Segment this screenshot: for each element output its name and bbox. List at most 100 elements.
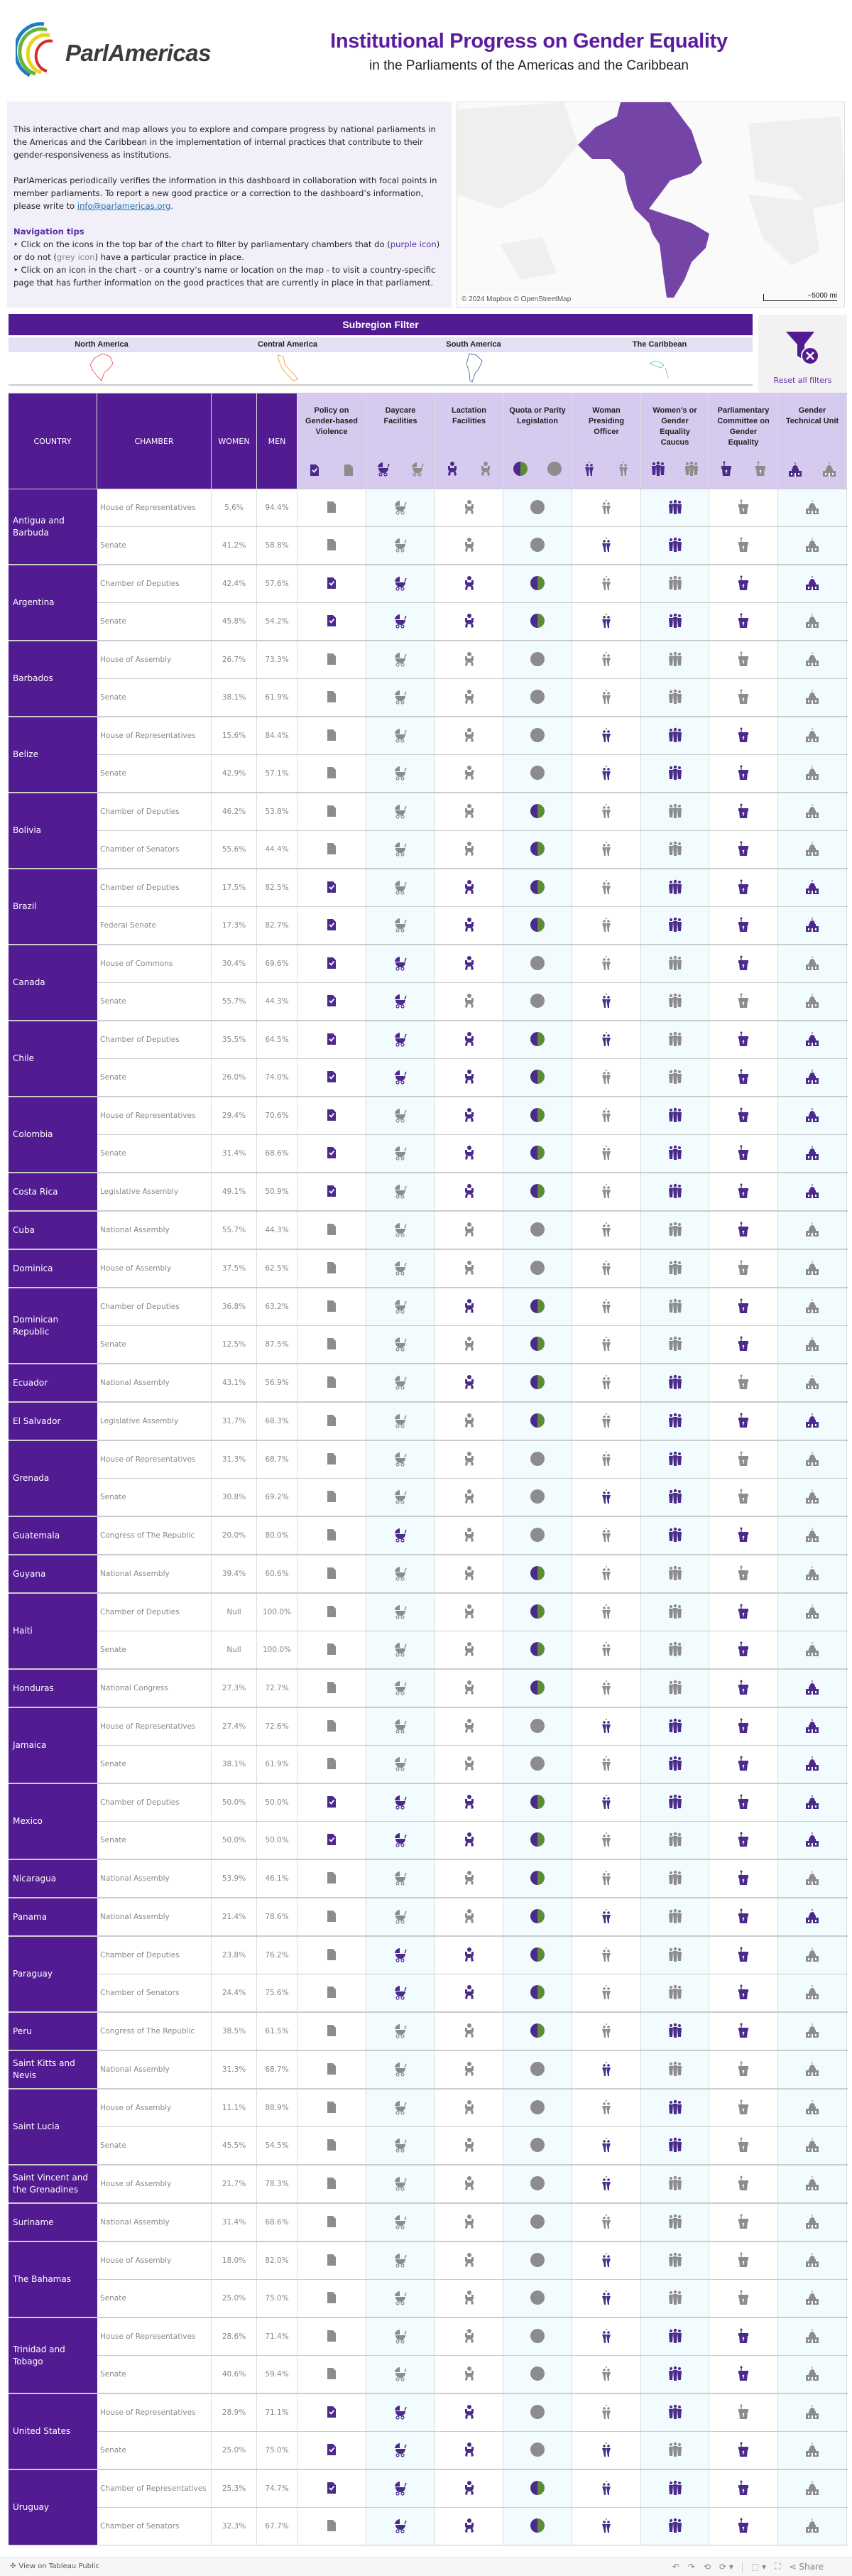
practice-cell-gbv[interactable] [297, 1021, 366, 1058]
practice-cell-daycare[interactable] [366, 641, 435, 678]
practice-cell-quota[interactable] [503, 1631, 572, 1668]
country-name[interactable]: Haiti [9, 1594, 97, 1669]
practice-cell-daycare[interactable] [366, 1479, 435, 1516]
practice-cell-caucus[interactable] [641, 2165, 709, 2202]
practice-cell-quota[interactable] [503, 1173, 572, 1210]
practice-cell-daycare[interactable] [366, 945, 435, 982]
practice-cell-gbv[interactable] [297, 2051, 366, 2088]
practice-cell-quota[interactable] [503, 2165, 572, 2202]
practice-cell-lactation[interactable] [435, 1708, 503, 1745]
practice-cell-quota[interactable] [503, 1364, 572, 1401]
practice-cell-lactation[interactable] [435, 1021, 503, 1058]
practice-cell-lactation[interactable] [435, 2508, 503, 2545]
practice-cell-gbv[interactable] [297, 1708, 366, 1745]
practice-cell-unit[interactable] [778, 1441, 847, 1478]
practice-cell-committee[interactable] [709, 1479, 778, 1516]
parlamericas-logo[interactable]: ParlAmericas [13, 20, 243, 80]
practice-cell-unit[interactable] [778, 1326, 847, 1363]
practice-cell-committee[interactable] [709, 1517, 778, 1554]
practice-cell-caucus[interactable] [641, 1403, 709, 1440]
practice-cell-caucus[interactable] [641, 527, 709, 564]
practice-cell-presiding[interactable] [572, 565, 641, 602]
practice-cell-caucus[interactable] [641, 2356, 709, 2393]
practice-cell-unit[interactable] [778, 2280, 847, 2317]
practice-cell-committee[interactable] [709, 603, 778, 640]
practice-cell-lactation[interactable] [435, 793, 503, 830]
practice-cell-committee[interactable] [709, 565, 778, 602]
practice-cell-committee[interactable] [709, 1746, 778, 1783]
practice-cell-daycare[interactable] [366, 1288, 435, 1325]
practice-cell-gbv[interactable] [297, 1441, 366, 1478]
practice-cell-lactation[interactable] [435, 1326, 503, 1363]
practice-cell-committee[interactable] [709, 679, 778, 716]
country-name[interactable]: Argentina [9, 565, 97, 641]
practice-cell-daycare[interactable] [366, 1212, 435, 1249]
central-america-shape-button[interactable] [195, 352, 381, 384]
practice-cell-daycare[interactable] [366, 1708, 435, 1745]
practice-cell-daycare[interactable] [366, 2318, 435, 2355]
practice-cell-committee[interactable] [709, 1974, 778, 2011]
practice-cell-quota[interactable] [503, 1746, 572, 1783]
practice-cell-quota[interactable] [503, 755, 572, 792]
practice-cell-gbv[interactable] [297, 1555, 366, 1592]
practice-cell-presiding[interactable] [572, 2051, 641, 2088]
practice-cell-daycare[interactable] [366, 2432, 435, 2469]
filter-has-stroller-icon[interactable] [376, 461, 390, 477]
practice-cell-caucus[interactable] [641, 1326, 709, 1363]
practice-cell-quota[interactable] [503, 793, 572, 830]
practice-cell-gbv[interactable] [297, 1479, 366, 1516]
country-name[interactable]: Ecuador [9, 1364, 97, 1402]
filter-has-half-circle-icon[interactable] [513, 461, 528, 477]
practice-cell-gbv[interactable] [297, 907, 366, 944]
practice-cell-unit[interactable] [778, 869, 847, 906]
practice-cell-caucus[interactable] [641, 1173, 709, 1210]
practice-cell-daycare[interactable] [366, 2013, 435, 2050]
practice-cell-quota[interactable] [503, 1974, 572, 2011]
practice-cell-lactation[interactable] [435, 717, 503, 754]
practice-cell-committee[interactable] [709, 641, 778, 678]
caribbean-shape-button[interactable] [567, 352, 753, 384]
practice-cell-caucus[interactable] [641, 603, 709, 640]
practice-cell-presiding[interactable] [572, 1555, 641, 1592]
practice-cell-presiding[interactable] [572, 1822, 641, 1859]
practice-cell-lactation[interactable] [435, 1403, 503, 1440]
practice-cell-presiding[interactable] [572, 1860, 641, 1897]
practice-cell-committee[interactable] [709, 2356, 778, 2393]
practice-cell-unit[interactable] [778, 1517, 847, 1554]
practice-cell-daycare[interactable] [366, 2051, 435, 2088]
practice-cell-committee[interactable] [709, 869, 778, 906]
practice-cell-committee[interactable] [709, 1670, 778, 1707]
filter-lacks-group-icon[interactable] [683, 461, 700, 477]
practice-cell-committee[interactable] [709, 1364, 778, 1401]
practice-cell-gbv[interactable] [297, 1173, 366, 1210]
practice-cell-daycare[interactable] [366, 907, 435, 944]
practice-cell-caucus[interactable] [641, 907, 709, 944]
column-header-men[interactable]: MEN [257, 393, 297, 489]
practice-cell-gbv[interactable] [297, 1670, 366, 1707]
practice-cell-quota[interactable] [503, 2127, 572, 2164]
practice-cell-gbv[interactable] [297, 1212, 366, 1249]
practice-cell-caucus[interactable] [641, 1135, 709, 1172]
practice-cell-lactation[interactable] [435, 1974, 503, 2011]
practice-cell-committee[interactable] [709, 2470, 778, 2507]
practice-cell-unit[interactable] [778, 2051, 847, 2088]
practice-cell-unit[interactable] [778, 1059, 847, 1096]
practice-cell-lactation[interactable] [435, 2127, 503, 2164]
practice-cell-lactation[interactable] [435, 2051, 503, 2088]
practice-cell-committee[interactable] [709, 2432, 778, 2469]
practice-cell-caucus[interactable] [641, 1441, 709, 1478]
practice-cell-unit[interactable] [778, 2432, 847, 2469]
practice-cell-quota[interactable] [503, 2508, 572, 2545]
practice-cell-caucus[interactable] [641, 2204, 709, 2241]
practice-cell-lactation[interactable] [435, 945, 503, 982]
practice-cell-unit[interactable] [778, 831, 847, 868]
practice-cell-daycare[interactable] [366, 1021, 435, 1058]
practice-cell-presiding[interactable] [572, 489, 641, 526]
practice-cell-gbv[interactable] [297, 2089, 366, 2126]
practice-cell-unit[interactable] [778, 527, 847, 564]
practice-cell-presiding[interactable] [572, 2318, 641, 2355]
practice-cell-quota[interactable] [503, 1135, 572, 1172]
practice-cell-gbv[interactable] [297, 2242, 366, 2279]
practice-cell-quota[interactable] [503, 1326, 572, 1363]
practice-cell-unit[interactable] [778, 565, 847, 602]
